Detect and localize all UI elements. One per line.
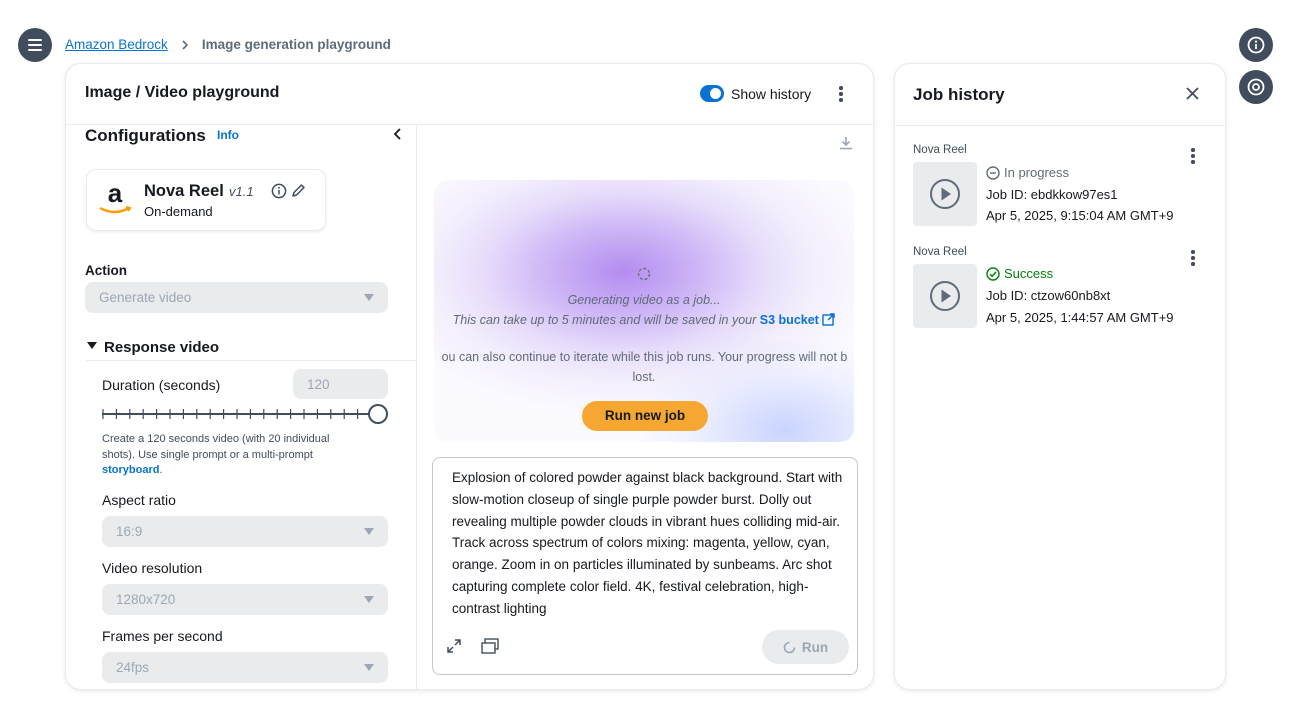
status-line-2-text: This can take up to 5 minutes and will b… (452, 313, 757, 327)
caret-down-icon (364, 294, 374, 301)
job-menu-kebab-icon[interactable] (1188, 148, 1198, 164)
download-icon[interactable] (838, 135, 854, 151)
model-mode: On-demand (144, 204, 213, 219)
edit-icon[interactable] (291, 183, 306, 198)
job-history-title: Job history (913, 85, 1005, 104)
s3-bucket-link[interactable]: S3 bucket (760, 313, 819, 327)
job-status-text: Success (1004, 266, 1054, 281)
run-button[interactable]: Run (762, 630, 849, 664)
menu-button[interactable] (18, 28, 52, 62)
model-info-icon[interactable] (271, 183, 287, 199)
video-resolution-label: Video resolution (102, 560, 203, 576)
check-circle-icon (986, 266, 1000, 281)
status-line-2: This can take up to 5 minutes and will b… (420, 313, 868, 327)
section-divider (86, 360, 416, 361)
aspect-ratio-select[interactable]: 16:9 (102, 516, 388, 547)
fps-value: 24fps (116, 660, 150, 675)
job-model-label: Nova Reel (913, 144, 967, 156)
show-history-label: Show history (731, 86, 812, 102)
response-video-section-header[interactable]: Response video (104, 339, 219, 356)
spinner-icon (783, 641, 796, 653)
config-divider (416, 125, 417, 689)
history-divider (895, 125, 1225, 126)
breadcrumb: Amazon Bedrock Image generation playgrou… (65, 37, 391, 52)
model-card[interactable]: a Nova Reel v1.1 On-demand (86, 169, 326, 231)
model-name: Nova Reel (144, 182, 224, 200)
video-resolution-select[interactable]: 1280x720 (102, 584, 388, 615)
duration-label: Duration (seconds) (102, 377, 221, 393)
storyboard-link[interactable]: storyboard (102, 464, 159, 476)
play-icon (930, 281, 960, 311)
action-select[interactable]: Generate video (85, 282, 388, 313)
status-line-1: Generating video as a job... (567, 293, 721, 307)
slider-thumb[interactable] (368, 404, 388, 424)
caret-expanded-icon[interactable] (87, 342, 97, 350)
job-history-panel (894, 63, 1226, 690)
header-divider (66, 124, 873, 125)
action-label: Action (85, 263, 127, 278)
image-stack-icon[interactable] (480, 638, 500, 655)
job-status: In progress (986, 165, 1069, 180)
run-new-job-button[interactable]: Run new job (582, 401, 708, 431)
fps-label: Frames per second (102, 628, 223, 644)
minus-circle-icon (986, 165, 1000, 180)
video-resolution-value: 1280x720 (116, 592, 176, 607)
job-status-text: In progress (1004, 165, 1070, 180)
info-icon (1247, 36, 1265, 54)
feedback-icon (1247, 78, 1265, 96)
action-select-value: Generate video (99, 290, 192, 305)
caret-down-icon (364, 528, 374, 535)
config-title: Configurations (85, 126, 206, 145)
spinner-icon (637, 267, 651, 281)
info-panel-button[interactable] (1239, 28, 1273, 62)
close-icon[interactable] (1185, 86, 1200, 101)
duration-help-text: Create a 120 seconds video (with 20 indi… (102, 433, 330, 461)
config-info-link[interactable]: Info (217, 128, 239, 142)
external-link-icon[interactable] (822, 313, 836, 326)
prompt-textarea[interactable]: Explosion of colored powder against blac… (452, 467, 844, 620)
duration-input[interactable] (293, 369, 388, 399)
job-id: Job ID: ctzow60nb8xt (986, 288, 1111, 303)
caret-down-icon (364, 596, 374, 603)
job-id: Job ID: ebdkkow97es1 (986, 187, 1118, 202)
aspect-ratio-value: 16:9 (116, 524, 143, 539)
job-model-label: Nova Reel (913, 246, 967, 258)
duration-slider[interactable] (102, 404, 388, 424)
show-history-toggle[interactable] (700, 85, 724, 102)
job-thumbnail[interactable] (913, 264, 977, 328)
playground-title: Image / Video playground (85, 84, 280, 101)
iterate-line-2: lost. (632, 370, 656, 384)
iterate-line-1: ou can also continue to iterate while th… (441, 350, 848, 364)
playground-menu-kebab-icon[interactable] (836, 86, 846, 102)
fps-select[interactable]: 24fps (102, 652, 388, 683)
expand-icon[interactable] (446, 638, 462, 654)
run-button-label: Run (801, 639, 829, 655)
model-version: v1.1 (229, 184, 254, 199)
job-time: Apr 5, 2025, 9:15:04 AM GMT+9 (986, 208, 1174, 223)
menu-icon (28, 39, 42, 51)
breadcrumb-current: Image generation playground (201, 37, 391, 52)
job-time: Apr 5, 2025, 1:44:57 AM GMT+9 (986, 310, 1174, 325)
job-menu-kebab-icon[interactable] (1188, 250, 1198, 266)
play-icon (930, 179, 960, 209)
collapse-chevron-left-icon[interactable] (392, 127, 404, 141)
job-thumbnail[interactable] (913, 162, 977, 226)
aspect-ratio-label: Aspect ratio (102, 492, 176, 508)
feedback-button[interactable] (1239, 70, 1273, 104)
chevron-right-icon (182, 39, 188, 50)
slider-ticks (102, 409, 372, 419)
amazon-logo-icon: a (97, 179, 133, 219)
breadcrumb-root-link[interactable]: Amazon Bedrock (65, 37, 168, 52)
job-status: Success (986, 266, 1053, 281)
duration-help: Create a 120 seconds video (with 20 indi… (102, 433, 330, 476)
caret-down-icon (364, 664, 374, 671)
